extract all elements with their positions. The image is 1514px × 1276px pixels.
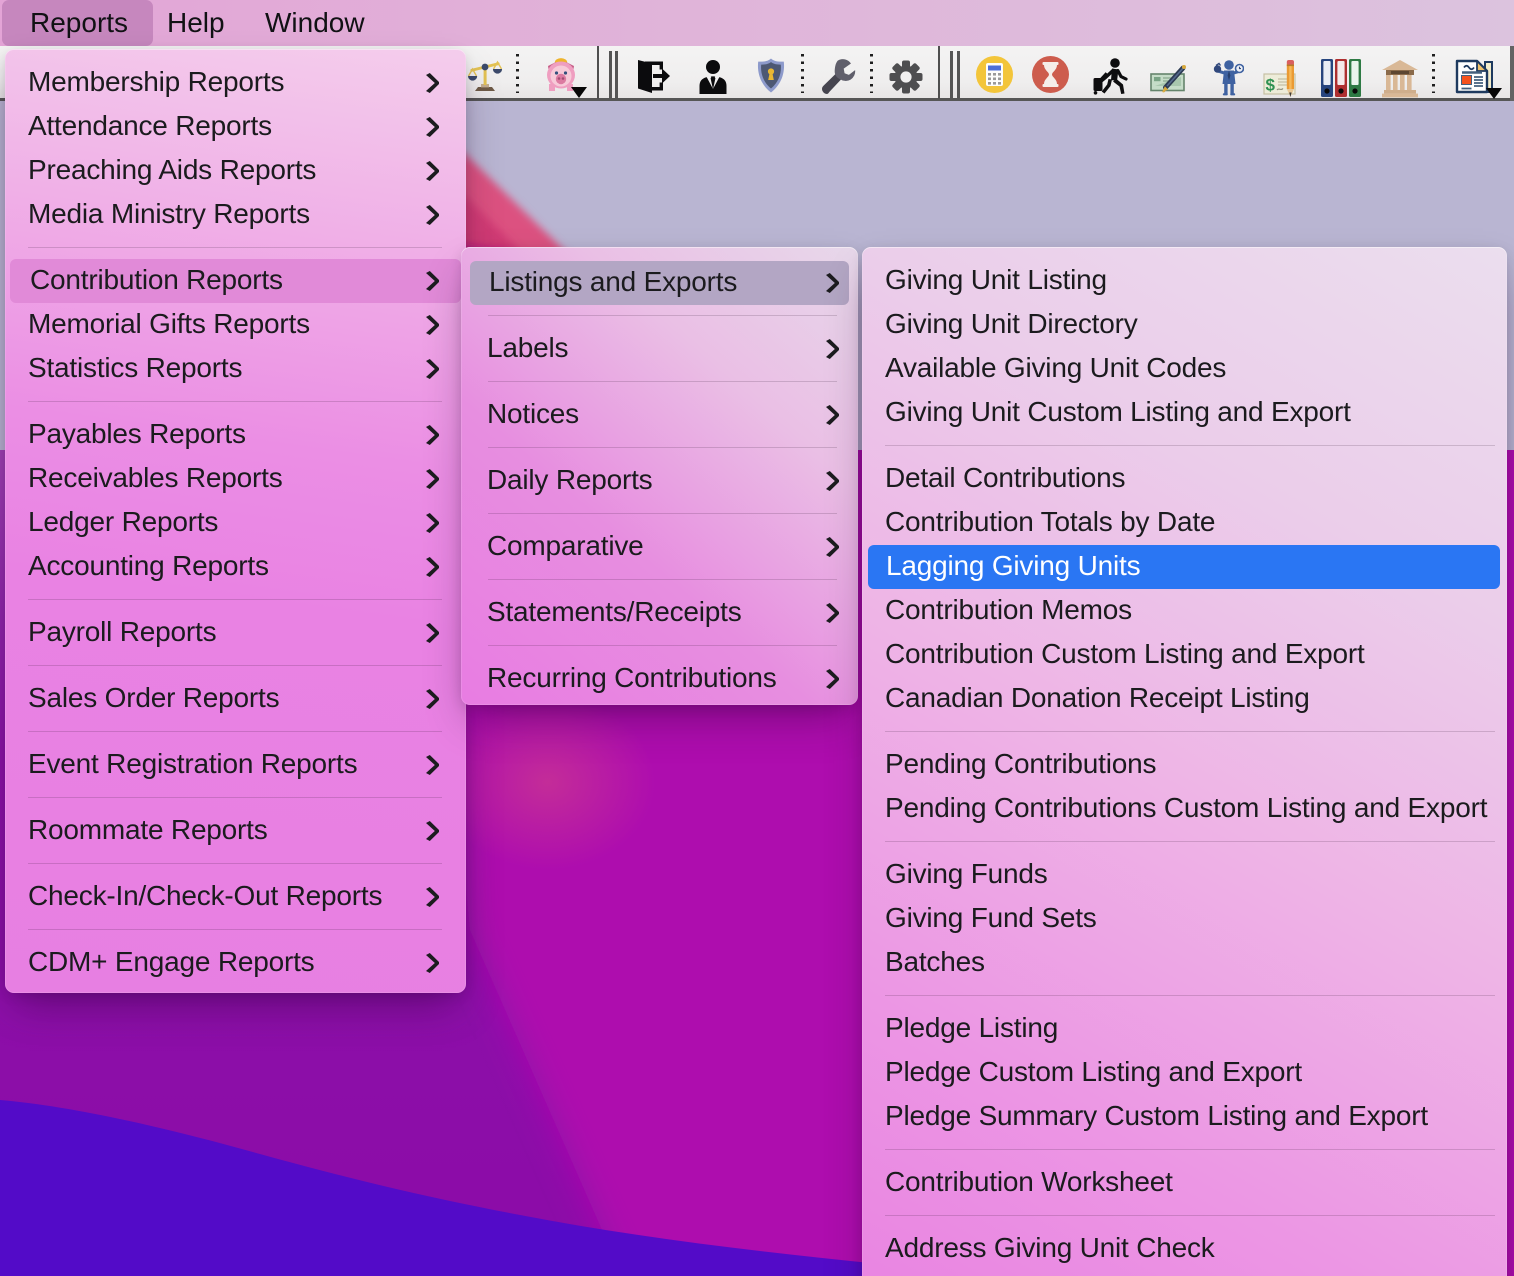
svg-text:$: $ [1266, 76, 1276, 95]
